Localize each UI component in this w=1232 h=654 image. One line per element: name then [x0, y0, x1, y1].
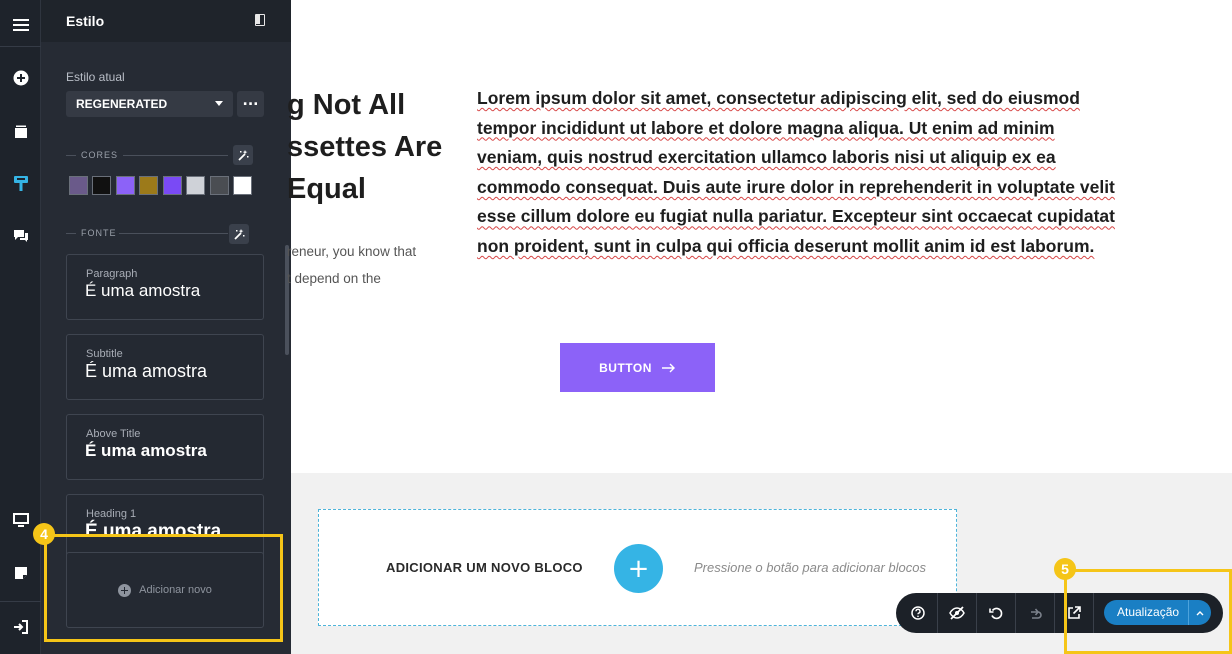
icon-rail	[0, 0, 41, 654]
callout-badge-4: 4	[33, 523, 55, 545]
add-block-hint: Pressione o botão para adicionar blocos	[694, 560, 926, 575]
hero-heading-line: Equal	[287, 173, 366, 205]
font-card-label: Subtitle	[86, 348, 123, 360]
color-swatch[interactable]	[139, 176, 158, 195]
font-card-sample: É uma amostra	[85, 361, 208, 381]
hero-heading: g Not All ssettes Are Equal	[287, 84, 472, 210]
colors-section-label: CORES	[81, 150, 119, 160]
font-card-label: Above Title	[86, 428, 141, 440]
hero-heading-line: ssettes Are	[287, 131, 443, 163]
color-swatch[interactable]	[210, 176, 229, 195]
style-more-button[interactable]: ...	[237, 91, 264, 117]
style-icon[interactable]	[0, 163, 41, 203]
cta-button[interactable]: BUTTON	[560, 343, 715, 392]
panel-header: Estilo	[41, 0, 291, 42]
comments-icon[interactable]	[0, 216, 41, 256]
font-card-above-title[interactable]: Above Title É uma amostra	[66, 414, 264, 480]
color-swatch[interactable]	[116, 176, 135, 195]
chevron-down-icon	[215, 101, 223, 106]
add-block-title: ADICIONAR UM NOVO BLOCO	[386, 560, 583, 575]
font-card-sample: É uma amostra	[85, 281, 201, 300]
notes-icon[interactable]	[0, 553, 41, 593]
add-block-area: ADICIONAR UM NOVO BLOCO + Pressione o bo…	[318, 509, 957, 626]
callout-box-4	[44, 534, 283, 642]
font-card-label: Heading 1	[86, 508, 137, 520]
menu-icon[interactable]	[0, 5, 41, 45]
hide-icon[interactable]	[937, 593, 976, 633]
redo-icon[interactable]	[1015, 593, 1054, 633]
help-icon[interactable]	[898, 593, 937, 633]
lorem-paragraph[interactable]: Lorem ipsum dolor sit amet, consectetur …	[477, 84, 1117, 262]
font-card-label: Paragraph	[86, 268, 138, 280]
current-style-label: Estilo atual	[66, 70, 125, 84]
exit-icon[interactable]	[0, 607, 41, 647]
color-swatch[interactable]	[163, 176, 182, 195]
current-style-select[interactable]: REGENERATED	[66, 91, 233, 117]
pages-icon[interactable]	[0, 112, 41, 152]
font-card-paragraph[interactable]: Paragraph É uma amostra	[66, 254, 264, 320]
font-card-sample: É uma amostra	[85, 441, 207, 460]
arrow-right-icon	[661, 363, 675, 372]
cta-button-label: BUTTON	[599, 360, 652, 375]
add-block-button[interactable]: +	[614, 544, 663, 593]
callout-box-5	[1064, 569, 1232, 654]
color-swatch[interactable]	[69, 176, 88, 195]
hero-heading-line: g Not All	[287, 89, 406, 121]
add-icon[interactable]	[0, 58, 41, 98]
hero-body-line: t depend on the	[287, 271, 381, 286]
hero-body-text: reneur, you know that t depend on the	[287, 238, 467, 292]
font-section-label: FONTE	[81, 228, 117, 238]
undo-icon[interactable]	[976, 593, 1015, 633]
font-card-subtitle[interactable]: Subtitle É uma amostra	[66, 334, 264, 400]
color-swatch[interactable]	[186, 176, 205, 195]
editor-root: Estilo Estilo atual REGENERATED ... CORE…	[0, 0, 1232, 654]
collapse-panel-icon[interactable]	[255, 14, 265, 26]
color-swatch[interactable]	[233, 176, 252, 195]
panel-title: Estilo	[66, 13, 105, 29]
magic-wand-fonts-icon[interactable]	[229, 224, 249, 244]
hero-body-line: reneur, you know that	[287, 244, 417, 259]
callout-badge-5: 5	[1054, 558, 1076, 580]
color-swatch[interactable]	[92, 176, 111, 195]
magic-wand-colors-icon[interactable]	[233, 145, 253, 165]
current-style-value: REGENERATED	[76, 97, 168, 111]
